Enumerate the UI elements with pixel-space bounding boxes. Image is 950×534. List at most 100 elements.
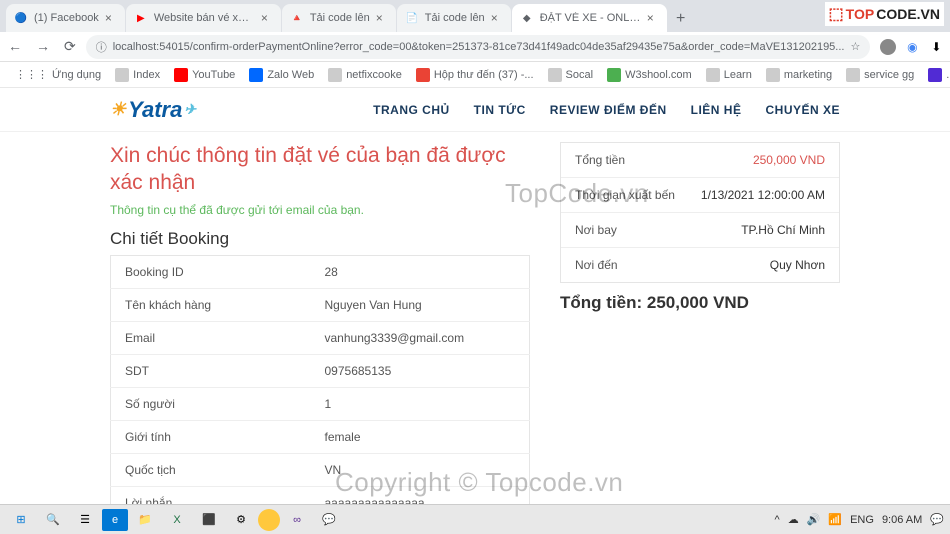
ext-icon[interactable]: ◉ — [904, 39, 920, 55]
bookmark-item[interactable]: service gg — [841, 66, 919, 84]
summary-value: Quy Nhơn — [770, 258, 825, 272]
nav-trips[interactable]: CHUYẾN XE — [765, 103, 840, 117]
bookmark-icon — [706, 68, 720, 82]
bookmark-item[interactable]: Learn — [701, 66, 757, 84]
bookmark-item[interactable]: W3shool.com — [602, 66, 697, 84]
tab-youtube[interactable]: ▶ Website bán vé xe ASP.NET MVC × — [126, 4, 281, 32]
bookmark-icon — [328, 68, 342, 82]
taskbar-app[interactable]: X — [162, 507, 192, 533]
tray-icon[interactable]: ☁ — [788, 513, 799, 526]
forward-button[interactable]: → — [36, 38, 50, 55]
ext-icon[interactable] — [880, 39, 896, 55]
confirmation-subtitle: Thông tin cụ thể đã được gửi tới email c… — [110, 203, 530, 217]
bm-label: service gg — [864, 69, 914, 81]
taskbar-app[interactable]: 💬 — [314, 507, 344, 533]
table-row: Lời nhắnaaaaaaaaaaaaaaa — [111, 486, 530, 504]
nav-news[interactable]: TIN TỨC — [474, 103, 526, 117]
tab-title: (1) Facebook — [34, 12, 99, 24]
nav-home[interactable]: TRANG CHỦ — [373, 103, 450, 117]
tab-title: Tải code lên — [425, 12, 485, 24]
start-button[interactable]: ⊞ — [6, 507, 36, 533]
bookmark-item[interactable]: Socal — [543, 66, 599, 84]
windows-taskbar: ⊞ 🔍 ☰ e 📁 X ⬛ ⚙ ∞ 💬 ^ ☁ 🔊 📶 ENG 9:06 AM … — [0, 504, 950, 534]
bookmark-item[interactable]: marketing — [761, 66, 837, 84]
taskview-button[interactable]: ☰ — [70, 507, 100, 533]
taskbar-app[interactable]: e — [102, 509, 128, 531]
close-icon[interactable]: × — [105, 11, 117, 25]
detail-value: 1 — [311, 387, 530, 420]
star-icon[interactable]: ☆ — [850, 40, 860, 53]
table-row: Tên khách hàngNguyen Van Hung — [111, 288, 530, 321]
tray-time[interactable]: 9:06 AM — [882, 514, 922, 526]
tab-upload1[interactable]: 🔺 Tải code lên × — [282, 4, 396, 32]
bookmark-icon — [548, 68, 562, 82]
summary-row: Tổng tiền250,000 VND — [561, 143, 839, 178]
bookmark-item[interactable]: Zalo Web — [244, 66, 319, 84]
tab-upload2[interactable]: 📄 Tải code lên × — [397, 4, 511, 32]
close-icon[interactable]: × — [647, 11, 659, 25]
topcode-badge: ⬚ TOPCODE.VN — [825, 2, 944, 26]
nav-contact[interactable]: LIÊN HỆ — [691, 103, 742, 117]
close-icon[interactable]: × — [376, 11, 388, 25]
left-column: Xin chúc thông tin đặt vé của bạn đã đượ… — [110, 142, 530, 504]
taskbar-app[interactable]: ∞ — [282, 507, 312, 533]
site-header: ☀ Yatra ✈ TRANG CHỦ TIN TỨC REVIEW ĐIỂM … — [0, 88, 950, 132]
reload-button[interactable]: ⟳ — [64, 38, 76, 55]
summary-box: Tổng tiền250,000 VND Thời gian xuất bến1… — [560, 142, 840, 283]
favicon-youtube: ▶ — [134, 11, 148, 25]
address-bar: ← → ⟳ ⓘ localhost:54015/confirm-orderPay… — [0, 32, 950, 62]
bookmark-icon — [416, 68, 430, 82]
bookmark-icon — [928, 68, 942, 82]
summary-label: Nơi bay — [575, 223, 741, 237]
taskbar-app[interactable]: ⬛ — [194, 507, 224, 533]
tab-facebook[interactable]: 🔵 (1) Facebook × — [6, 4, 125, 32]
url-text: localhost:54015/confirm-orderPaymentOnli… — [113, 41, 845, 53]
close-icon[interactable]: × — [491, 11, 503, 25]
summary-value: TP.Hồ Chí Minh — [741, 223, 825, 237]
taskbar-app[interactable] — [258, 509, 280, 531]
total-line: Tổng tiền: 250,000 VND — [560, 293, 840, 313]
bm-label: Learn — [724, 69, 752, 81]
confirmation-title: Xin chúc thông tin đặt vé của bạn đã đượ… — [110, 142, 530, 197]
favicon-booking: ◆ — [520, 11, 534, 25]
bookmark-icon — [174, 68, 188, 82]
detail-label: SDT — [111, 354, 311, 387]
table-row: Booking ID28 — [111, 255, 530, 288]
back-button[interactable]: ← — [8, 38, 22, 55]
tray-chevron[interactable]: ^ — [775, 514, 780, 526]
bookmark-item[interactable]: .NET documents — [923, 66, 950, 84]
summary-label: Thời gian xuất bến — [575, 188, 701, 202]
search-button[interactable]: 🔍 — [38, 507, 68, 533]
bm-label: W3shool.com — [625, 69, 692, 81]
detail-label: Booking ID — [111, 255, 311, 288]
new-tab-button[interactable]: + — [668, 6, 694, 32]
tab-title: Website bán vé xe ASP.NET MVC — [154, 12, 255, 24]
ext-icon[interactable]: ⬇ — [928, 39, 944, 55]
tab-title: ĐẶT VÉ XE - ONLINE — [540, 12, 641, 24]
bookmark-item[interactable]: YouTube — [169, 66, 240, 84]
taskbar-app[interactable]: ⚙ — [226, 507, 256, 533]
tray-wifi-icon[interactable]: 📶 — [828, 513, 842, 526]
logo-text: Yatra — [128, 97, 182, 123]
tray-lang[interactable]: ENG — [850, 514, 874, 526]
bookmark-item[interactable]: netfixcooke — [323, 66, 407, 84]
close-icon[interactable]: × — [261, 11, 273, 25]
table-row: Giới tínhfemale — [111, 420, 530, 453]
summary-value: 250,000 VND — [753, 153, 825, 167]
bookmark-item[interactable]: Hộp thư đến (37) -... — [411, 66, 539, 84]
nav-review[interactable]: REVIEW ĐIỂM ĐẾN — [550, 103, 667, 117]
tray-notifications[interactable]: 💬 — [930, 513, 944, 526]
bookmark-item[interactable]: Index — [110, 66, 165, 84]
tab-active-booking[interactable]: ◆ ĐẶT VÉ XE - ONLINE × — [512, 4, 667, 32]
taskbar-app[interactable]: 📁 — [130, 507, 160, 533]
url-input[interactable]: ⓘ localhost:54015/confirm-orderPaymentOn… — [86, 35, 871, 59]
right-column: Tổng tiền250,000 VND Thời gian xuất bến1… — [560, 142, 840, 504]
extension-icons: ◉ ⬇ ● 🧩 N ⋮ — [880, 39, 950, 55]
total-value: 250,000 VND — [647, 293, 749, 312]
apps-button[interactable]: ⋮⋮⋮Ứng dụng — [10, 66, 106, 83]
site-info-icon[interactable]: ⓘ — [96, 39, 107, 55]
yatra-logo[interactable]: ☀ Yatra ✈ — [110, 97, 196, 123]
tray-icon[interactable]: 🔊 — [807, 513, 821, 526]
detail-label: Email — [111, 321, 311, 354]
bm-label: YouTube — [192, 69, 235, 81]
